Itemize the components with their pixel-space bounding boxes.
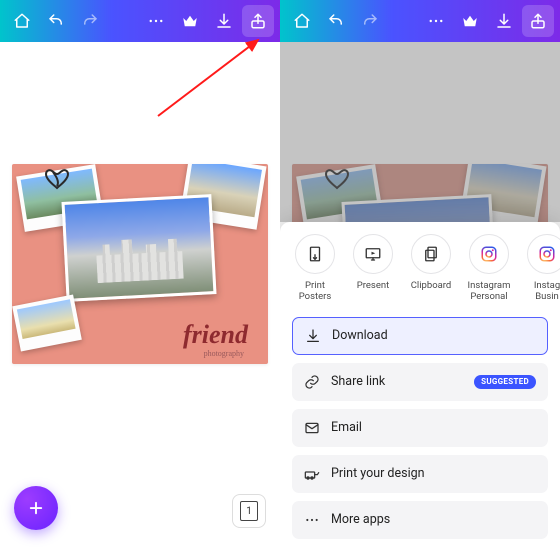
photo-polaroid[interactable]	[12, 295, 82, 352]
home-icon[interactable]	[6, 5, 38, 37]
suggested-badge: SUGGESTED	[474, 375, 536, 389]
top-toolbar	[0, 0, 280, 42]
share-targets-row: Print Posters Present Clipboard	[280, 234, 560, 309]
top-toolbar	[280, 0, 560, 42]
share-sheet-pane: Print Posters Present Clipboard	[280, 0, 560, 548]
action-share-link[interactable]: Share link SUGGESTED	[292, 363, 548, 401]
share-target-instagram-personal[interactable]: Instagram Personal	[460, 234, 518, 303]
clipboard-icon	[411, 234, 451, 274]
action-email[interactable]: Email	[292, 409, 548, 447]
share-target-print-posters[interactable]: Print Posters	[286, 234, 344, 303]
editor-pane: friend photography 1	[0, 0, 280, 548]
share-target-label: Present	[357, 280, 389, 291]
share-target-label: Print Posters	[299, 280, 332, 303]
share-icon[interactable]	[242, 5, 274, 37]
canvas-area[interactable]: friend photography 1	[0, 42, 280, 548]
photo-main[interactable]	[61, 194, 216, 302]
action-print-design[interactable]: Print your design	[292, 455, 548, 493]
action-download[interactable]: Download	[292, 317, 548, 355]
instagram-icon	[527, 234, 560, 274]
add-page-button[interactable]	[14, 486, 58, 530]
action-label: More apps	[331, 512, 536, 527]
more-icon[interactable]	[140, 5, 172, 37]
share-target-clipboard[interactable]: Clipboard	[402, 234, 460, 303]
page-count-button[interactable]: 1	[232, 494, 266, 528]
download-icon[interactable]	[488, 5, 520, 37]
more-icon[interactable]	[420, 5, 452, 37]
instagram-icon	[469, 234, 509, 274]
undo-icon[interactable]	[320, 5, 352, 37]
heart-scribble-icon	[42, 166, 72, 192]
share-icon[interactable]	[522, 5, 554, 37]
design-artboard[interactable]: friend photography	[12, 164, 268, 364]
share-target-present[interactable]: Present	[344, 234, 402, 303]
redo-icon[interactable]	[354, 5, 386, 37]
share-actions-list: Download Share link SUGGESTED Email Prin…	[280, 309, 560, 539]
present-icon	[353, 234, 393, 274]
action-label: Print your design	[331, 466, 536, 481]
design-subtitle-text[interactable]: photography	[204, 349, 244, 358]
action-label: Email	[331, 420, 536, 435]
action-more-apps[interactable]: More apps	[292, 501, 548, 539]
undo-icon[interactable]	[40, 5, 72, 37]
share-target-label: Instag Busin	[534, 280, 560, 303]
action-label: Share link	[331, 374, 463, 389]
share-sheet: Print Posters Present Clipboard	[280, 222, 560, 548]
share-target-label: Instagram Personal	[468, 280, 511, 303]
share-target-instagram-business[interactable]: Instag Busin	[518, 234, 560, 303]
crown-icon[interactable]	[174, 5, 206, 37]
page-count-value: 1	[240, 501, 258, 521]
share-target-label: Clipboard	[411, 280, 452, 291]
download-icon[interactable]	[208, 5, 240, 37]
home-icon[interactable]	[286, 5, 318, 37]
crown-icon[interactable]	[454, 5, 486, 37]
design-title-text[interactable]: friend	[183, 320, 248, 350]
print-posters-icon	[295, 234, 335, 274]
action-label: Download	[332, 328, 535, 343]
redo-icon[interactable]	[74, 5, 106, 37]
